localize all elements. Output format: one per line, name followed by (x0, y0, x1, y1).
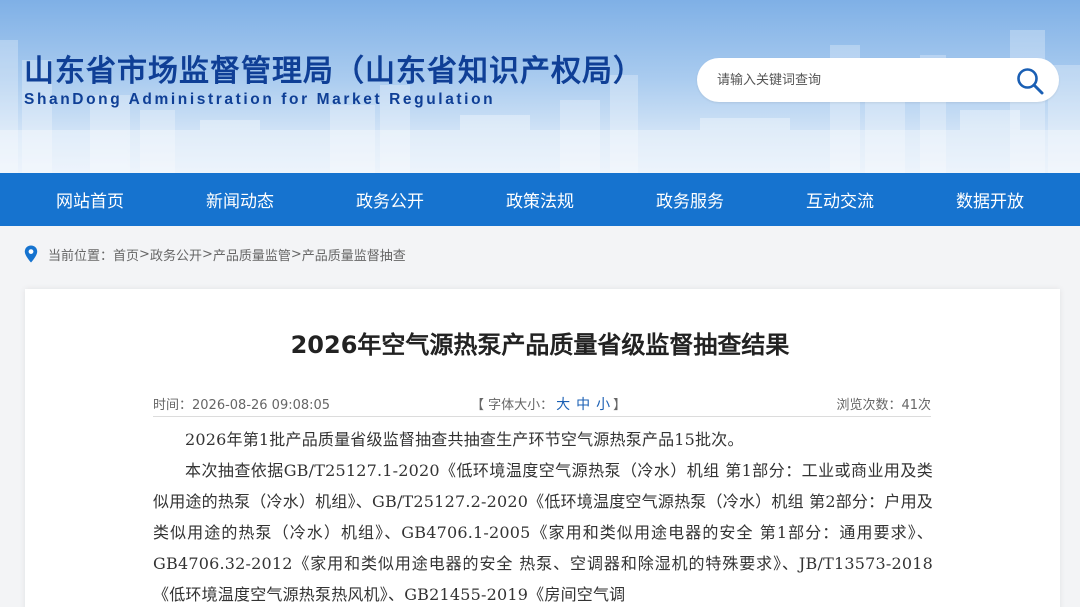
nav-item-services[interactable]: 政务服务 (617, 187, 764, 212)
search-icon (1017, 68, 1044, 95)
nav-item-government-affairs[interactable]: 政务公开 (317, 187, 464, 212)
article-title: 2026年空气源热泵产品质量省级监督抽查结果 (290, 331, 790, 359)
nav-item-interaction[interactable]: 互动交流 (767, 187, 914, 212)
search-box (697, 58, 1059, 102)
article-meta: 时间：2026-08-26 09:08:05 【 字体大小：大中小】 浏览次数：… (153, 392, 931, 414)
main-nav: 网站首页 新闻动态 政务公开 政策法规 政务服务 互动交流 数据开放 (0, 173, 1080, 226)
font-size-large-button[interactable]: 大 (556, 397, 570, 413)
location-pin-icon (24, 245, 38, 263)
breadcrumb-separator: > (139, 246, 150, 262)
site-subtitle: ShanDong Administration for Market Regul… (24, 91, 496, 108)
breadcrumb-separator: > (201, 246, 213, 262)
font-size-label: 【 字体大小： (471, 398, 554, 413)
font-size-control: 【 字体大小：大中小】 (471, 394, 626, 414)
site-title: 山东省市场监督管理局（山东省知识产权局） (24, 54, 644, 89)
nav-item-news[interactable]: 新闻动态 (167, 187, 314, 212)
article-paragraph: 本次抽查依据GB/T25127.1-2020《低环境温度空气源热泵（冷水）机组 … (153, 461, 933, 604)
breadcrumb: 当前位置： 首页 > 政务公开 > 产品质量监管 > 产品质量监督抽查 (24, 244, 406, 264)
font-size-medium-button[interactable]: 中 (576, 397, 590, 413)
font-size-small-button[interactable]: 小 (596, 397, 610, 413)
breadcrumb-quality-supervision[interactable]: 产品质量监管 (213, 245, 291, 264)
breadcrumb-government-affairs[interactable]: 政务公开 (150, 245, 202, 264)
search-input[interactable] (717, 58, 1007, 102)
site-header: 山东省市场监督管理局（山东省知识产权局） ShanDong Administra… (0, 0, 1080, 173)
breadcrumb-prefix: 当前位置： (48, 248, 114, 264)
article-body: 2026年第1批产品质量省级监督抽查共抽查生产环节空气源热泵产品15批次。 本次… (153, 424, 933, 607)
breadcrumb-home[interactable]: 首页 (113, 245, 139, 264)
search-button[interactable] (1015, 66, 1045, 96)
nav-item-open-data[interactable]: 数据开放 (917, 187, 1064, 212)
nav-item-policies[interactable]: 政策法规 (467, 187, 614, 212)
font-size-end: 】 (613, 398, 627, 413)
view-count: 浏览次数：41次 (836, 398, 931, 413)
publish-time: 时间：2026-08-26 09:08:05 (153, 398, 331, 413)
breadcrumb-spot-check[interactable]: 产品质量监督抽查 (302, 245, 406, 264)
meta-divider (153, 416, 931, 417)
article-paragraph: 2026年第1批产品质量省级监督抽查共抽查生产环节空气源热泵产品15批次。 (185, 430, 744, 449)
breadcrumb-separator: > (290, 246, 302, 262)
nav-item-home[interactable]: 网站首页 (17, 187, 164, 212)
